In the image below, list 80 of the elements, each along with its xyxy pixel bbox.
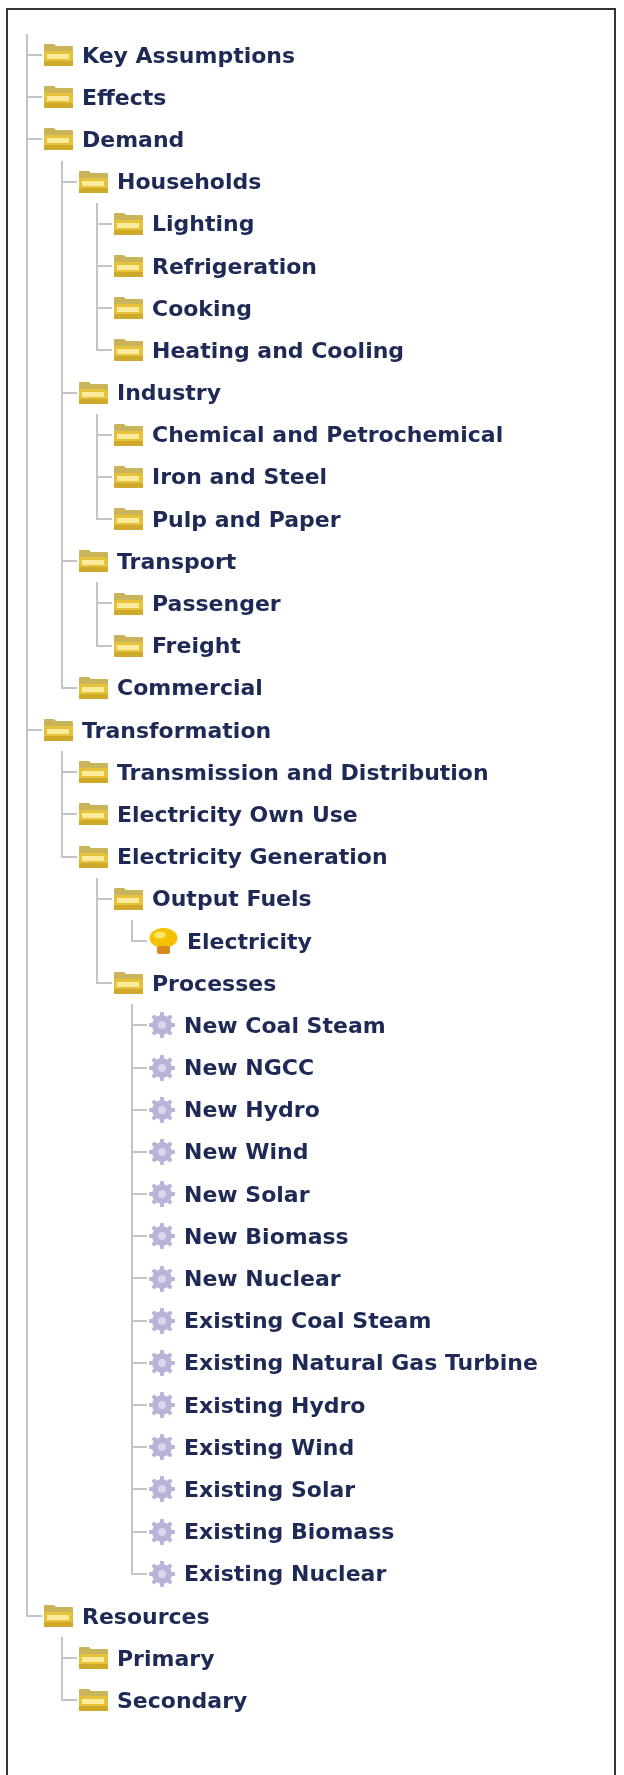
- tree-item[interactable]: Commercial: [78, 666, 263, 709]
- gear-icon: [148, 1348, 176, 1377]
- gear-icon: [148, 1137, 176, 1166]
- folder-icon: [78, 1688, 109, 1713]
- folder-icon: [43, 85, 74, 110]
- folder-icon: [113, 971, 144, 996]
- tree-item[interactable]: New Nuclear: [148, 1257, 341, 1300]
- tree-item[interactable]: Existing Solar: [148, 1468, 356, 1511]
- tree-item[interactable]: Existing Nuclear: [148, 1552, 387, 1595]
- tree-item[interactable]: New Hydro: [148, 1088, 320, 1131]
- folder-icon: [78, 675, 109, 700]
- tree-item[interactable]: Lighting: [113, 202, 255, 245]
- tree-item[interactable]: Resources: [43, 1594, 210, 1638]
- tree-item[interactable]: Freight: [113, 624, 241, 667]
- folder-icon: [43, 1604, 74, 1629]
- tree-item[interactable]: Transmission and Distribution: [78, 751, 489, 794]
- tree-item[interactable]: Passenger: [113, 582, 281, 625]
- tree-item[interactable]: New NGCC: [148, 1046, 315, 1089]
- tree-item[interactable]: New Coal Steam: [148, 1004, 386, 1047]
- folder-icon: [113, 886, 144, 911]
- folder-icon: [113, 338, 144, 363]
- tree-item[interactable]: Electricity Generation: [78, 835, 388, 878]
- tree-item[interactable]: Iron and Steel: [113, 455, 328, 499]
- gear-icon: [148, 1264, 176, 1293]
- gear-icon: [148, 1095, 176, 1124]
- tree-item[interactable]: Heating and Cooling: [113, 329, 405, 372]
- gear-icon: [148, 1306, 176, 1335]
- tree-item[interactable]: Cooking: [113, 287, 252, 330]
- tree-item[interactable]: Primary: [78, 1637, 215, 1680]
- folder-icon: [113, 254, 144, 279]
- tree-item[interactable]: Households: [78, 160, 262, 203]
- tree-item[interactable]: Pulp and Paper: [113, 498, 341, 541]
- folder-icon: [43, 43, 74, 68]
- gear-icon: [148, 1011, 176, 1040]
- folder-icon: [78, 169, 109, 194]
- gear-icon: [148, 1517, 176, 1546]
- folder-icon: [43, 127, 74, 152]
- folder-icon: [113, 633, 144, 658]
- tree-item[interactable]: Transport: [78, 540, 237, 583]
- tree-item[interactable]: Key Assumptions: [43, 34, 296, 77]
- gear-icon: [148, 1053, 176, 1082]
- folder-icon: [78, 380, 109, 405]
- folder-icon: [113, 591, 144, 616]
- tree-item[interactable]: Effects: [43, 76, 167, 119]
- tree-item[interactable]: Existing Natural Gas Turbine: [148, 1341, 538, 1384]
- tree-item[interactable]: Processes: [113, 962, 277, 1005]
- folder-icon: [113, 507, 144, 532]
- folder-icon: [113, 296, 144, 321]
- tree-item[interactable]: Transformation: [43, 709, 272, 752]
- tree-item[interactable]: Electricity: [148, 919, 312, 963]
- folder-icon: [113, 211, 144, 236]
- tree-item[interactable]: New Wind: [148, 1130, 309, 1174]
- tree-item[interactable]: Secondary: [78, 1679, 248, 1722]
- gear-icon: [148, 1222, 176, 1251]
- tree-item[interactable]: Refrigeration: [113, 244, 318, 288]
- gear-icon: [148, 1559, 176, 1588]
- tree-item[interactable]: Electricity Own Use: [78, 793, 358, 836]
- gear-icon: [148, 1180, 176, 1209]
- folder-icon: [78, 760, 109, 785]
- tree-item[interactable]: Demand: [43, 118, 185, 161]
- tree-item[interactable]: Existing Biomass: [148, 1510, 395, 1553]
- tree-item[interactable]: Output Fuels: [113, 877, 312, 920]
- folder-icon: [113, 422, 144, 447]
- folder-icon: [78, 549, 109, 574]
- bulb-icon: [148, 927, 179, 956]
- folder-icon: [78, 802, 109, 827]
- tree-item[interactable]: Existing Hydro: [148, 1384, 366, 1427]
- gear-icon: [148, 1433, 176, 1462]
- gear-icon: [148, 1391, 176, 1420]
- tree-item[interactable]: New Solar: [148, 1173, 310, 1216]
- tree-item[interactable]: Existing Wind: [148, 1426, 355, 1469]
- tree-item[interactable]: Industry: [78, 371, 222, 414]
- tree-item[interactable]: Existing Coal Steam: [148, 1299, 432, 1342]
- folder-icon: [113, 464, 144, 489]
- folder-icon: [78, 1646, 109, 1671]
- tree-item[interactable]: Chemical and Petrochemical: [113, 413, 504, 456]
- folder-icon: [78, 844, 109, 869]
- tree-item[interactable]: New Biomass: [148, 1215, 349, 1258]
- gear-icon: [148, 1475, 176, 1504]
- folder-icon: [43, 718, 74, 743]
